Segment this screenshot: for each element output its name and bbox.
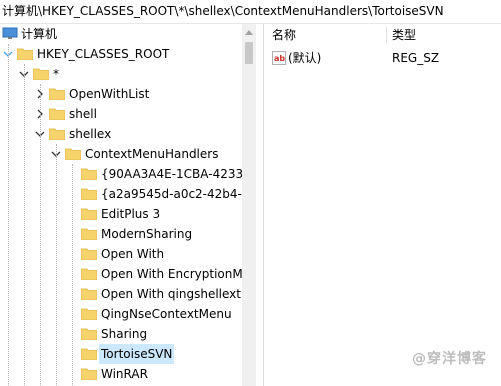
values-list[interactable]: 名称 类型 ab (默认) REG_SZ — [264, 24, 501, 386]
folder-icon — [81, 268, 97, 280]
tree-label: shellex — [69, 127, 112, 141]
folder-icon — [81, 288, 97, 300]
column-header-name[interactable]: 名称 — [272, 24, 382, 46]
folder-icon — [65, 148, 81, 160]
tree-item-handler[interactable]: EditPlus 3 — [0, 204, 242, 224]
folder-icon — [81, 168, 97, 180]
value-name: (默认) — [288, 51, 322, 65]
computer-icon — [2, 27, 18, 39]
folder-icon — [81, 368, 97, 380]
scrollbar-thumb[interactable] — [245, 42, 253, 64]
tree-item-handler[interactable]: {a2a9545d-a0c2-42b4-9 — [0, 184, 250, 204]
tree-label: QingNseContextMenu — [101, 307, 232, 321]
tree-item-contextmenuhandlers[interactable]: ContextMenuHandlers — [0, 144, 242, 164]
scroll-up-arrow-icon[interactable] — [245, 30, 253, 35]
tree-label: ContextMenuHandlers — [85, 147, 219, 161]
tree-item-shellex[interactable]: shellex — [0, 124, 242, 144]
tree-label: Open With qingshellext — [101, 287, 241, 301]
tree-label: EditPlus 3 — [101, 207, 161, 221]
tree-item-handler[interactable]: QingNseContextMenu — [0, 304, 242, 324]
tree-item-handler[interactable]: WinRAR — [0, 364, 242, 384]
tree-label: Open With — [101, 247, 165, 261]
tree-item-handler[interactable]: Open With qingshellext — [0, 284, 242, 304]
column-header-type[interactable]: 类型 — [392, 24, 492, 46]
folder-icon — [81, 348, 97, 360]
tree-item-hkey-classes-root[interactable]: HKEY_CLASSES_ROOT — [0, 44, 242, 64]
address-bar[interactable]: 计算机\HKEY_CLASSES_ROOT\*\shellex\ContextM… — [0, 0, 501, 24]
tree-label: {a2a9545d-a0c2-42b4-9 — [101, 187, 250, 201]
watermark: @穿洋博客 — [412, 351, 487, 367]
folder-icon — [81, 208, 97, 220]
tree-label: TortoiseSVN — [99, 344, 175, 364]
tree-item-handler[interactable]: Sharing — [0, 324, 242, 344]
table-row[interactable]: ab (默认) REG_SZ — [264, 48, 501, 68]
tree-item-handler[interactable]: {90AA3A4E-1CBA-4233-B — [0, 164, 255, 184]
folder-icon — [17, 48, 33, 60]
folder-icon — [81, 248, 97, 260]
value-type: REG_SZ — [392, 51, 440, 65]
folder-icon — [81, 328, 97, 340]
tree-item-handler[interactable]: ModernSharing — [0, 224, 242, 244]
tree-label: {90AA3A4E-1CBA-4233-B — [101, 167, 256, 181]
column-header-name-label: 名称 — [272, 28, 297, 42]
tree-label: Open With EncryptionM — [101, 267, 243, 281]
folder-icon — [49, 108, 65, 120]
folder-icon — [81, 308, 97, 320]
tree-label: HKEY_CLASSES_ROOT — [37, 47, 170, 61]
tree-scrollbar[interactable] — [242, 24, 256, 386]
folder-icon — [49, 88, 65, 100]
tree-label: OpenWithList — [69, 87, 150, 101]
folder-icon — [33, 68, 49, 80]
tree-item-star[interactable]: * — [0, 64, 242, 84]
tree-item-openwithlist[interactable]: OpenWithList — [0, 84, 242, 104]
tree-item-computer[interactable]: 计算机 — [0, 24, 242, 44]
tree-label: ModernSharing — [101, 227, 193, 241]
tree-label: shell — [69, 107, 97, 121]
tree-item-handler[interactable]: Open With EncryptionM — [0, 264, 243, 284]
reg-string-icon: ab — [272, 51, 286, 65]
tree-label: Sharing — [101, 327, 148, 341]
tree-label: WinRAR — [101, 367, 148, 381]
tree-item-handler-selected[interactable]: TortoiseSVN — [0, 344, 242, 364]
folder-icon — [81, 228, 97, 240]
tree-label: * — [53, 67, 59, 81]
address-path: 计算机\HKEY_CLASSES_ROOT\*\shellex\ContextM… — [2, 4, 444, 18]
tree-label: 计算机 — [21, 27, 58, 41]
tree-item-shell[interactable]: shell — [0, 104, 242, 124]
folder-icon — [49, 128, 65, 140]
svg-text:ab: ab — [274, 54, 285, 63]
folder-icon — [81, 188, 97, 200]
registry-tree[interactable]: 计算机 HKEY_CLASSES_ROOT * OpenWithList she… — [0, 24, 256, 386]
column-divider[interactable] — [386, 27, 387, 43]
tree-item-handler[interactable]: Open With — [0, 244, 242, 264]
column-header-type-label: 类型 — [392, 28, 417, 42]
